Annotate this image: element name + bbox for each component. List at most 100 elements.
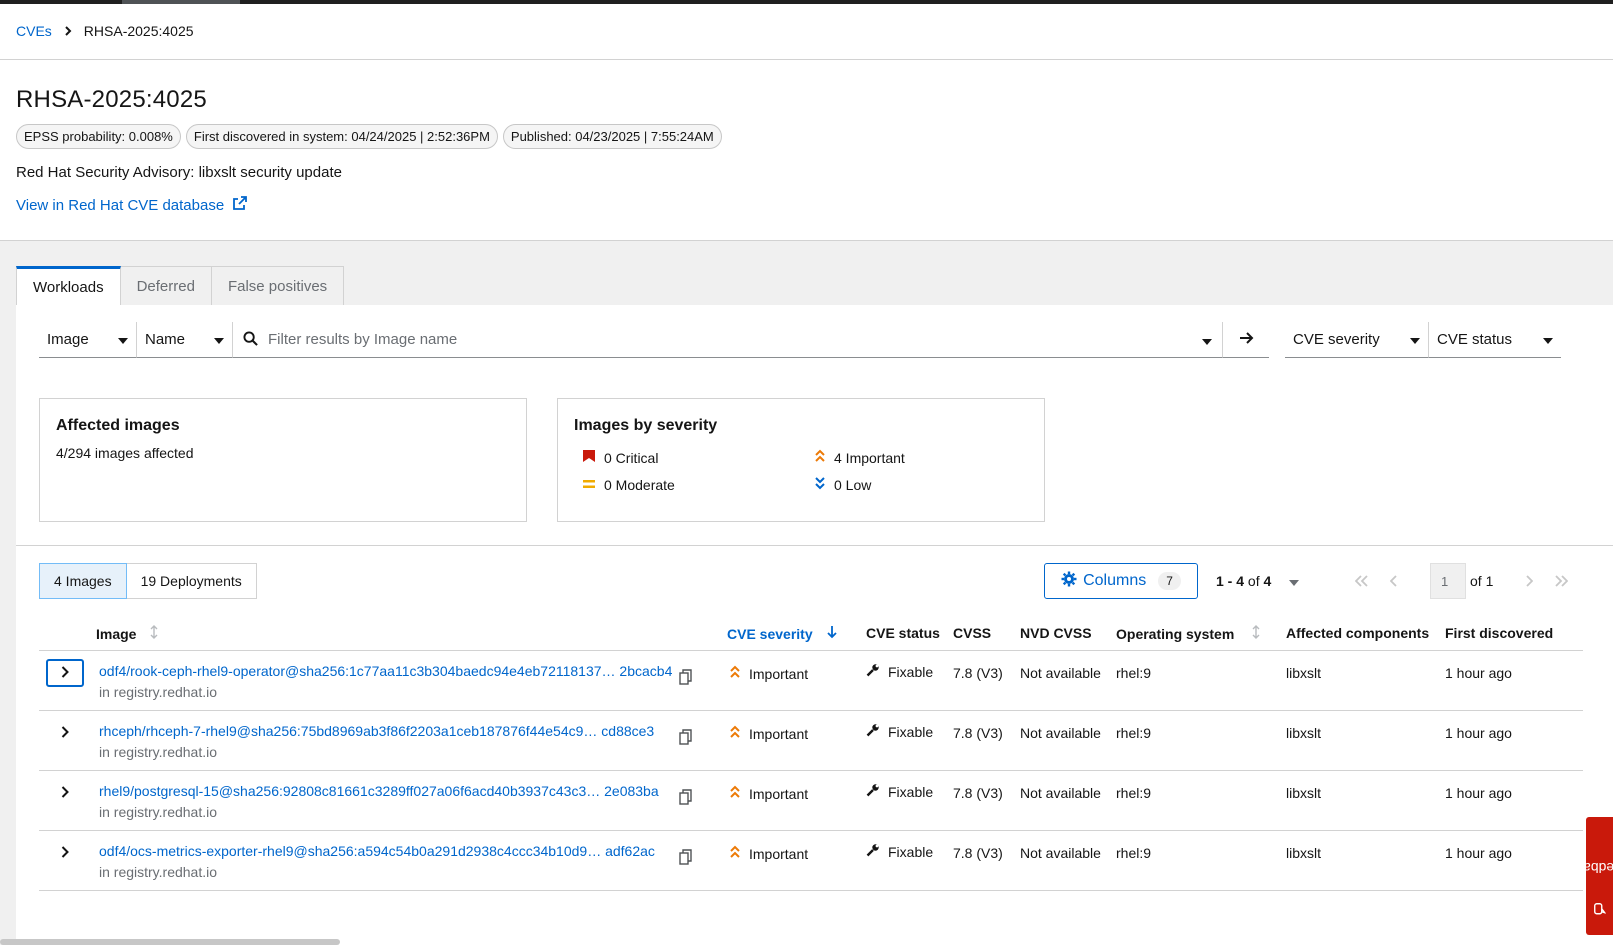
feedback-button[interactable]: Feedback [1569, 817, 1613, 935]
images-table: Image CVE severity CVE status CVSS NVD C… [39, 615, 1583, 891]
cvss-cell: 7.8 (V3) [953, 845, 1003, 861]
copy-icon[interactable] [679, 849, 693, 868]
search-icon [243, 330, 258, 349]
chevron-right-icon [61, 845, 69, 861]
cve-severity-filter[interactable]: CVE severity [1285, 322, 1429, 358]
cvss-cell: 7.8 (V3) [953, 725, 1003, 741]
breadcrumb-cves-link[interactable]: CVEs [16, 23, 52, 39]
columns-count-badge: 7 [1158, 572, 1181, 590]
affected-images-title: Affected images [56, 417, 180, 434]
pagination-of-label: of [1247, 573, 1260, 589]
caret-down-icon [118, 331, 128, 348]
search-submit-button[interactable] [1223, 322, 1269, 358]
column-header-affected-components: Affected components [1286, 625, 1430, 641]
column-header-first-discovered: First discovered [1445, 625, 1554, 641]
pagination-range: 1 - 4 of 4 [1216, 573, 1271, 589]
column-header-cvss: CVSS [953, 625, 992, 641]
tab-deferred[interactable]: Deferred [120, 266, 212, 306]
page-number-input[interactable]: 1 [1430, 563, 1466, 599]
section-divider [16, 545, 1613, 546]
column-header-operating-system-label: Operating system [1116, 625, 1235, 642]
breadcrumb-current: RHSA-2025:4025 [83, 23, 194, 39]
components-cell: libxslt [1286, 665, 1322, 681]
search-options-caret-icon[interactable] [1202, 332, 1212, 348]
image-name-link[interactable]: odf4/ocs-metrics-exporter-rhel9@sha256:a… [99, 843, 655, 859]
row-expand-toggle[interactable] [46, 779, 84, 807]
cve-status-filter[interactable]: CVE status [1429, 322, 1561, 358]
cve-severity-filter-label: CVE severity [1293, 331, 1380, 348]
deployments-toggle-button[interactable]: 19 Deployments [126, 563, 257, 599]
next-page-button[interactable] [1513, 575, 1545, 587]
chevron-right-icon [61, 725, 69, 741]
severity-label: Important [749, 665, 809, 682]
sort-icon [1252, 625, 1260, 642]
table-row: odf4/rook-ceph-rhel9-operator@sha256:1c7… [39, 651, 1583, 711]
row-expand-toggle[interactable] [46, 659, 84, 687]
first-discovered-cell: 1 hour ago [1445, 725, 1512, 741]
severity-cell: Important [729, 845, 808, 862]
search-input[interactable] [268, 331, 1192, 348]
pagination-total: 4 [1263, 573, 1272, 589]
row-expand-toggle[interactable] [46, 839, 84, 867]
images-by-severity-title: Images by severity [574, 417, 718, 434]
severity-cell: Important [729, 785, 808, 802]
status-cell: Fixable [866, 663, 933, 680]
column-header-cve-severity[interactable]: CVE severity [727, 625, 837, 642]
pagination-range-toggle[interactable]: 1 - 4 of 4 [1216, 563, 1300, 599]
low-severity-icon [814, 476, 826, 493]
cvss-cell: 7.8 (V3) [953, 665, 1003, 681]
columns-button[interactable]: Columns 7 [1044, 563, 1198, 599]
last-page-button[interactable] [1545, 575, 1577, 587]
status-label: Fixable [888, 843, 934, 860]
feedback-label: Feedback [1568, 860, 1613, 876]
severity-cell: Important [729, 725, 808, 742]
cve-summary: Red Hat Security Advisory: libxslt secur… [16, 164, 342, 181]
nvd-cvss-cell: Not available [1020, 785, 1101, 801]
important-severity-icon [729, 725, 741, 742]
column-header-operating-system[interactable]: Operating system [1116, 625, 1260, 642]
nvd-cvss-cell: Not available [1020, 665, 1101, 681]
first-discovered-cell: 1 hour ago [1445, 845, 1512, 861]
table-header: Image CVE severity CVE status CVSS NVD C… [39, 615, 1583, 651]
wrench-icon [866, 783, 880, 800]
column-header-cve-severity-label: CVE severity [727, 625, 813, 642]
page-header: CVEs RHSA-2025:4025 RHSA-2025:4025 EPSS … [0, 4, 1613, 241]
breadcrumb: CVEs RHSA-2025:4025 [16, 23, 194, 39]
status-cell: Fixable [866, 783, 933, 800]
important-severity-icon [729, 845, 741, 862]
image-name-link[interactable]: rhel9/postgresql-15@sha256:92808c81661c3… [99, 783, 659, 799]
table-row: odf4/ocs-metrics-exporter-rhel9@sha256:a… [39, 831, 1583, 891]
copy-icon[interactable] [679, 789, 693, 808]
previous-page-button[interactable] [1378, 575, 1410, 587]
image-registry: in registry.redhat.io [99, 864, 218, 880]
column-header-image[interactable]: Image [96, 625, 158, 642]
entity-select[interactable]: Image [39, 322, 137, 358]
images-toggle-button[interactable]: 4 Images [39, 563, 127, 599]
row-expand-toggle[interactable] [46, 719, 84, 747]
copy-icon[interactable] [679, 669, 693, 688]
important-severity-icon [814, 449, 826, 466]
components-cell: libxslt [1286, 845, 1322, 861]
attribute-select[interactable]: Name [137, 322, 233, 358]
breadcrumb-divider [0, 59, 1613, 60]
copy-icon[interactable] [679, 729, 693, 748]
horizontal-scrollbar[interactable] [0, 939, 340, 945]
external-link-icon [232, 195, 248, 215]
components-cell: libxslt [1286, 725, 1322, 741]
search-field [233, 322, 1223, 358]
image-name-link[interactable]: odf4/rook-ceph-rhel9-operator@sha256:1c7… [99, 663, 672, 679]
critical-count-label: 0 Critical [604, 449, 659, 466]
os-cell: rhel:9 [1116, 725, 1152, 741]
tab-false-positives[interactable]: False positives [211, 266, 345, 306]
severity-grid: 0 Critical 4 Important 0 Moderate 0 Low [574, 449, 1028, 493]
image-name-link[interactable]: rhceph/rhceph-7-rhel9@sha256:75bd8969ab3… [99, 723, 654, 739]
first-page-button[interactable] [1346, 575, 1378, 587]
attribute-select-value: Name [145, 331, 186, 348]
view-cve-database-link[interactable]: View in Red Hat CVE database [16, 195, 248, 215]
tab-workloads[interactable]: Workloads [16, 266, 121, 306]
components-cell: libxslt [1286, 785, 1322, 801]
chat-icon [1593, 903, 1606, 915]
workloads-panel: Image Name CVE severity CVE status A [16, 305, 1613, 945]
first-discovered-cell: 1 hour ago [1445, 785, 1512, 801]
chevron-right-icon [64, 26, 72, 36]
